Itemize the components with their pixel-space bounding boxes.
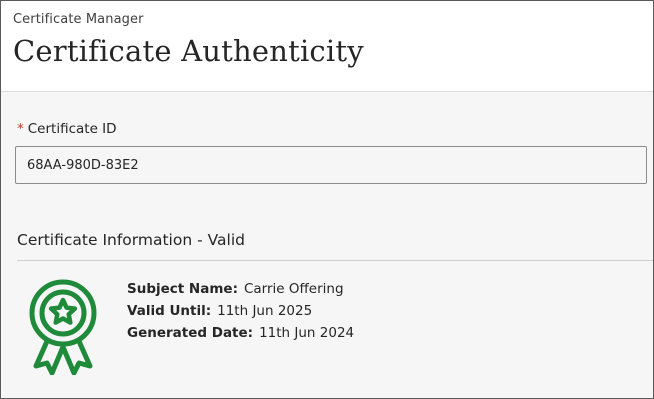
page-title: Certificate Authenticity — [13, 34, 364, 68]
subject-name-label: Subject Name: — [127, 281, 238, 297]
valid-until-value: 11th Jun 2025 — [217, 303, 313, 319]
valid-until-row: Valid Until: 11th Jun 2025 — [127, 301, 354, 323]
breadcrumb[interactable]: Certificate Manager — [13, 12, 144, 27]
certificate-id-label: * Certificate ID — [17, 121, 117, 137]
certificate-details: Subject Name: Carrie Offering Valid Until… — [127, 279, 354, 345]
certificate-id-label-text: Certificate ID — [27, 121, 117, 137]
section-divider — [17, 260, 653, 261]
generated-date-label: Generated Date: — [127, 325, 254, 341]
generated-date-row: Generated Date: 11th Jun 2024 — [127, 323, 354, 345]
subject-name-row: Subject Name: Carrie Offering — [127, 279, 354, 301]
award-ribbon-icon — [26, 279, 100, 376]
generated-date-value: 11th Jun 2024 — [259, 325, 355, 341]
valid-until-label: Valid Until: — [127, 303, 212, 319]
certificate-info-heading: Certificate Information - Valid — [17, 231, 245, 249]
required-marker: * — [17, 121, 24, 137]
page-header: Certificate Manager Certificate Authenti… — [1, 1, 653, 92]
subject-name-value: Carrie Offering — [243, 281, 344, 297]
certificate-id-input[interactable] — [15, 146, 647, 184]
certificate-authenticity-window: Certificate Manager Certificate Authenti… — [0, 0, 654, 399]
